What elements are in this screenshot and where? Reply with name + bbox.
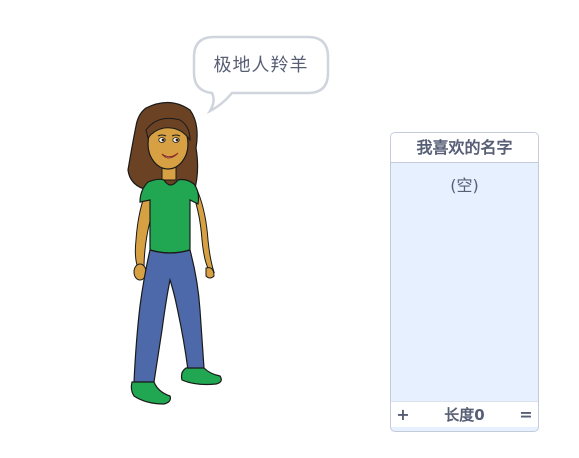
speech-bubble: 极地人羚羊 [192, 35, 330, 115]
list-title: 我喜欢的名字 [391, 133, 538, 163]
stage: 极地人羚羊 我喜欢的名字 (空) + 长度0 = [0, 0, 579, 458]
girl-sprite[interactable] [118, 100, 230, 410]
list-empty-label: (空) [450, 176, 479, 195]
add-item-button[interactable]: + [396, 405, 410, 424]
speech-bubble-text: 极地人羚羊 [213, 55, 309, 76]
list-monitor[interactable]: 我喜欢的名字 (空) + 长度0 = [390, 132, 539, 432]
list-footer: + 长度0 = [391, 401, 538, 427]
list-length-label: 长度0 [444, 406, 485, 424]
resize-handle[interactable]: = [519, 405, 533, 424]
